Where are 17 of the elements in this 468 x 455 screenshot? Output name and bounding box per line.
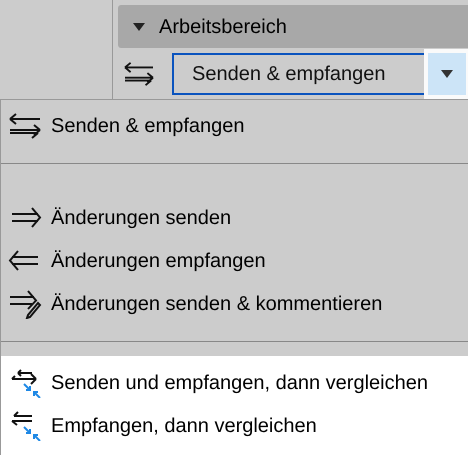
dropdown-button[interactable] <box>428 52 466 94</box>
menu-item[interactable]: Änderungen senden & kommentieren <box>1 282 468 325</box>
sync-compare-icon <box>11 368 41 398</box>
arrow-right-icon <box>11 206 42 228</box>
sync-arrows-icon <box>124 61 154 86</box>
menu-item[interactable]: Empfangen, dann vergleichen <box>1 404 468 447</box>
receive-compare-icon <box>11 410 41 440</box>
menu-item[interactable]: Änderungen senden <box>1 196 468 239</box>
caret-icon <box>441 70 453 78</box>
section-header[interactable]: Arbeitsbereich <box>118 5 468 48</box>
menu-item[interactable]: Senden & empfangen <box>1 104 468 147</box>
collapse-caret-icon <box>133 22 145 30</box>
arrow-pen-icon <box>9 290 42 318</box>
menu-item[interactable]: Senden und empfangen, dann vergleichen <box>1 361 468 404</box>
arrow-left-icon <box>8 250 39 270</box>
menu-item[interactable]: Änderungen empfangen <box>1 239 468 282</box>
sync-arrows-icon <box>9 112 41 138</box>
